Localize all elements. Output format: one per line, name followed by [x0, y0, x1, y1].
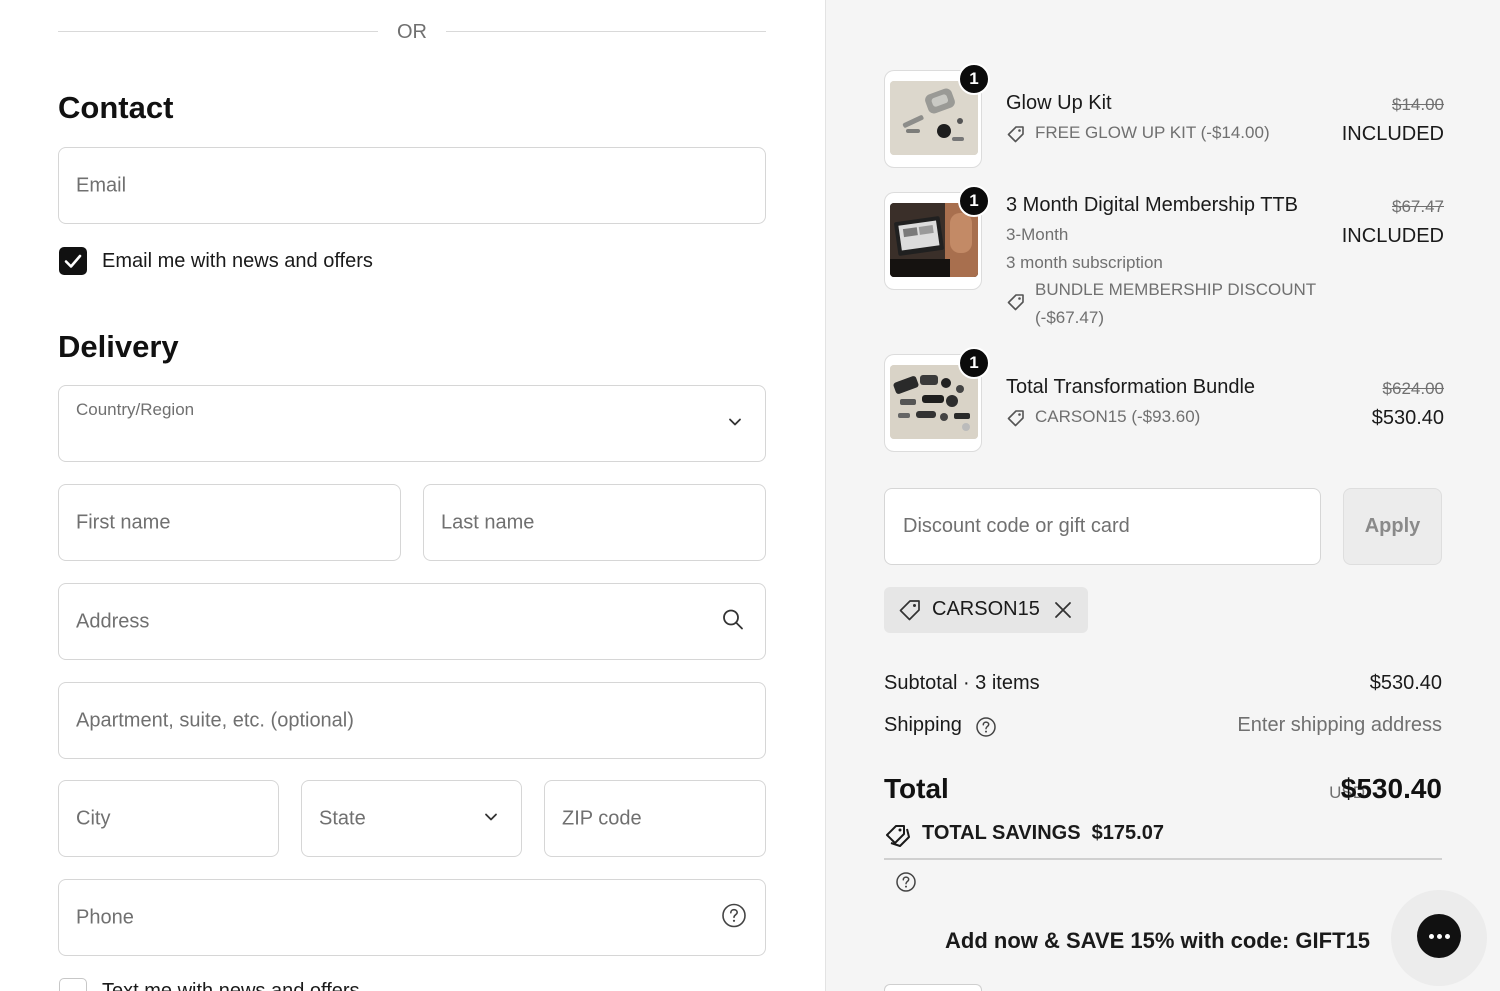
phone-field[interactable]: Phone [58, 879, 766, 956]
promo-banner-text: Add now & SAVE 15% with code: GIFT15 [945, 928, 1370, 953]
product-variant: 3-Month [1006, 225, 1069, 244]
total-value: $530.40 [1340, 773, 1442, 804]
total-label: Total [884, 773, 949, 804]
text-offers-checkbox[interactable] [59, 978, 87, 991]
contact-title: Contact [58, 90, 174, 125]
applied-code-text: CARSON15 [932, 598, 1040, 620]
subtotal-value: $530.40 [1369, 672, 1442, 694]
city-placeholder: City [76, 807, 111, 829]
address-placeholder: Address [76, 610, 150, 632]
first-name-placeholder: First name [76, 511, 171, 533]
chevron-down-icon [483, 808, 499, 829]
original-price: $67.47 [1392, 197, 1444, 216]
or-text: OR [397, 21, 427, 43]
country-select[interactable]: Country/Region [58, 385, 766, 462]
chat-button[interactable] [1391, 890, 1487, 986]
email-field[interactable]: Email [58, 147, 766, 224]
quantity-badge: 1 [958, 63, 990, 95]
checkout-form: OR Contact Email Email me with news and … [0, 0, 825, 991]
item-discount-text: BUNDLE MEMBERSHIP DISCOUNT [1035, 280, 1317, 299]
newsletter-checkbox[interactable] [59, 247, 87, 275]
item-discount: BUNDLE MEMBERSHIP DISCOUNT (-$67.47) [1006, 280, 1326, 330]
cart-item: 1 Glow Up Kit FREE GLOW UP KIT (-$14.00)… [884, 63, 1444, 170]
product-thumbnail: 1 [884, 347, 990, 452]
country-label: Country/Region [76, 400, 195, 419]
dot [1429, 934, 1434, 939]
help-circle-icon[interactable] [975, 716, 997, 738]
or-divider: OR [58, 18, 766, 46]
product-name: Glow Up Kit [1006, 92, 1112, 114]
apartment-field[interactable]: Apartment, suite, etc. (optional) [58, 682, 766, 759]
close-icon[interactable] [1052, 599, 1074, 621]
last-name-field[interactable]: Last name [423, 484, 766, 561]
savings-text: TOTAL SAVINGS $175.07 [922, 822, 1164, 845]
item-discount: CARSON15 (-$93.60) [1006, 407, 1306, 429]
apply-discount-button[interactable]: Apply [1343, 488, 1442, 565]
savings-label: TOTAL SAVINGS [922, 822, 1081, 844]
text-offers-label: Text me with news and offers [102, 980, 360, 991]
help-circle-icon[interactable] [895, 871, 917, 893]
subtotal-label: Subtotal · 3 items [884, 672, 1040, 694]
state-select[interactable]: State [301, 780, 522, 857]
newsletter-label: Email me with news and offers [102, 250, 373, 272]
tag-icon [1007, 126, 1024, 143]
zip-field[interactable]: ZIP code [544, 780, 766, 857]
tags-icon [886, 825, 910, 847]
search-icon[interactable] [721, 607, 745, 636]
dot [1437, 934, 1442, 939]
product-name: 3 Month Digital Membership TTB [1006, 194, 1298, 216]
item-discount-amount: (-$67.47) [1035, 308, 1104, 327]
divider-line-right [446, 31, 766, 32]
product-details: 3 month subscription [1006, 253, 1163, 272]
applied-discount-chip: CARSON15 [884, 587, 1088, 633]
item-price: $530.40 [1371, 407, 1444, 429]
chevron-down-icon [727, 413, 743, 434]
shipping-value: Enter shipping address [1237, 714, 1442, 736]
original-price: $624.00 [1382, 379, 1444, 398]
city-field[interactable]: City [58, 780, 279, 857]
item-discount-text: FREE GLOW UP KIT (-$14.00) [1035, 123, 1270, 142]
discount-code-input[interactable] [885, 489, 1320, 564]
quantity-badge: 1 [958, 185, 990, 217]
check-icon [64, 254, 82, 268]
last-name-placeholder: Last name [441, 511, 535, 533]
subtotal-row: Subtotal · 3 items $530.40 [884, 672, 1442, 698]
tag-icon [1007, 410, 1024, 427]
item-price: INCLUDED [1341, 123, 1444, 145]
email-placeholder: Email [76, 174, 127, 196]
product-thumbnail: 1 [884, 63, 990, 168]
first-name-field[interactable]: First name [58, 484, 401, 561]
order-summary: 1 Glow Up Kit FREE GLOW UP KIT (-$14.00)… [825, 0, 1500, 991]
tag-icon [1007, 294, 1024, 311]
delivery-title: Delivery [58, 329, 179, 364]
zip-placeholder: ZIP code [562, 807, 642, 829]
next-item-thumbnail [884, 984, 982, 991]
dot [1445, 934, 1450, 939]
item-discount-text: CARSON15 (-$93.60) [1035, 407, 1201, 426]
quantity-badge: 1 [958, 347, 990, 379]
apartment-placeholder: Apartment, suite, etc. (optional) [76, 709, 354, 731]
product-thumbnail: 1 [884, 185, 990, 290]
original-price: $14.00 [1392, 95, 1444, 114]
chat-bubble-icon [1417, 914, 1461, 958]
tag-icon [899, 600, 920, 621]
item-discount: FREE GLOW UP KIT (-$14.00) [1006, 123, 1306, 145]
shipping-label: Shipping [884, 714, 962, 736]
state-label: State [319, 807, 366, 829]
address-field[interactable]: Address [58, 583, 766, 660]
discount-code-field[interactable] [884, 488, 1321, 565]
product-name: Total Transformation Bundle [1006, 376, 1256, 398]
summary-divider [884, 858, 1442, 860]
savings-value: $175.07 [1091, 822, 1164, 844]
item-price: INCLUDED [1341, 225, 1444, 247]
shipping-row: Shipping Enter shipping address [884, 714, 1442, 740]
cart-item: 1 Total Transformation Bundle CARSON15 (… [884, 347, 1444, 454]
phone-placeholder: Phone [76, 906, 134, 928]
cart-item: 1 3 Month Digital Membership TTB 3-Month… [884, 185, 1444, 332]
help-circle-icon[interactable] [721, 902, 747, 933]
total-savings: TOTAL SAVINGS $175.07 [884, 820, 1442, 850]
